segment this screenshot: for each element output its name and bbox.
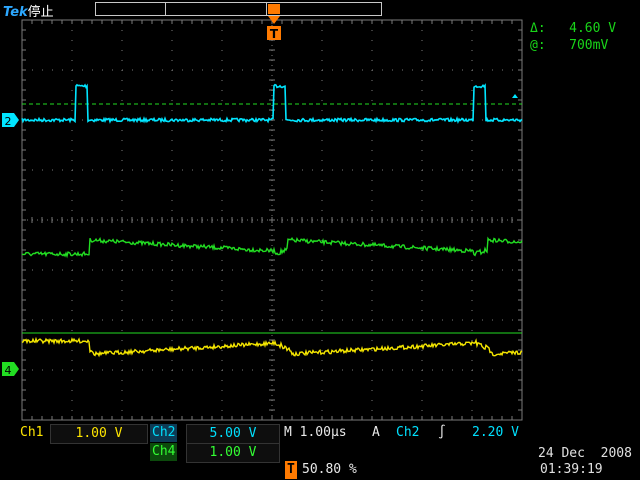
trigger-level-marker[interactable] <box>512 94 518 98</box>
trigger-position-value[interactable]: 50.80 % <box>302 461 357 479</box>
trigger-source[interactable]: Ch2 <box>396 424 419 442</box>
time: 01:39:19 <box>540 462 603 477</box>
ch1-waveform <box>21 336 523 358</box>
ch4-ground-marker[interactable]: 4 <box>2 362 19 377</box>
ch4-label[interactable]: Ch4 <box>150 443 178 461</box>
trigger-level[interactable]: 2.20 V <box>472 424 519 442</box>
waveform-display: T 2 4 <box>2 4 523 421</box>
cursor-readout: Δ: 4.60 V @: 700mV <box>530 20 616 54</box>
cursor-delta: Δ: 4.60 V <box>530 21 617 36</box>
graticule <box>21 19 523 421</box>
cursor-at: @: 700mV <box>530 38 609 53</box>
date-time: 24 Dec 2008 01:39:19 <box>538 446 632 478</box>
svg-text:2: 2 <box>5 115 12 128</box>
ch2-ground-marker[interactable]: 2 <box>2 113 19 128</box>
ch4-scale[interactable]: 1.00 V <box>186 443 280 463</box>
svg-text:T: T <box>270 27 279 41</box>
timebase[interactable]: M 1.00µs <box>284 424 347 442</box>
trigger-slope-icon: ∫ <box>438 425 446 440</box>
trigger-mode: A <box>372 425 380 440</box>
svg-text:4: 4 <box>5 364 12 377</box>
ch1-label[interactable]: Ch1 <box>20 424 43 442</box>
ch1-scale[interactable]: 1.00 V <box>50 424 148 444</box>
trigger-position-marker[interactable]: T <box>267 4 281 41</box>
trigger-position-badge: T <box>285 461 297 479</box>
ch2-label[interactable]: Ch2 <box>150 424 178 442</box>
ch2-scale[interactable]: 5.00 V <box>186 424 280 444</box>
date: 24 Dec 2008 <box>538 446 632 461</box>
